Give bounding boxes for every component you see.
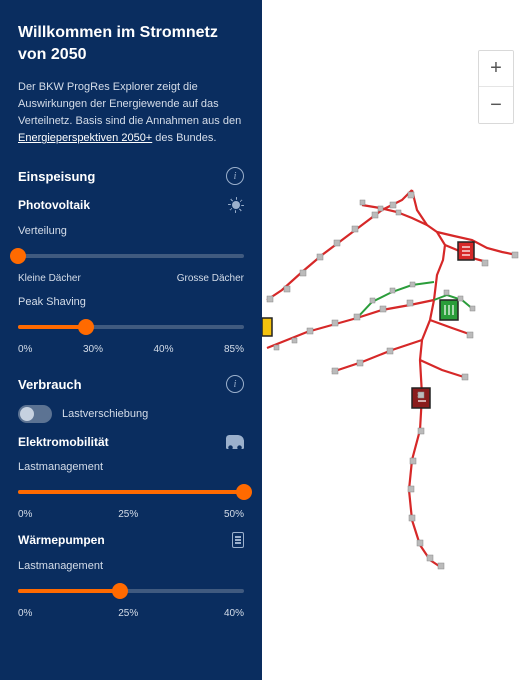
heatpump-heading: Wärmepumpen bbox=[18, 533, 105, 547]
tick: 40% bbox=[224, 608, 244, 619]
emobility-ticks: 0% 25% 50% bbox=[18, 509, 244, 520]
tick: 0% bbox=[18, 608, 32, 619]
loadshift-toggle[interactable] bbox=[18, 405, 52, 423]
zoom-in-button[interactable]: + bbox=[479, 51, 513, 87]
info-icon[interactable]: i bbox=[226, 167, 244, 185]
loadshift-label: Lastverschiebung bbox=[62, 408, 148, 420]
tick: 25% bbox=[118, 509, 138, 520]
tick: 0% bbox=[18, 344, 32, 355]
app: + − Willkommen im Stromnetz von 2050 Der… bbox=[0, 0, 528, 680]
nodes bbox=[267, 192, 518, 569]
peakshaving-ticks: 0% 30% 40% 85% bbox=[18, 344, 244, 355]
consumption-heading: Verbrauch bbox=[18, 377, 82, 392]
tick-right: Grosse Dächer bbox=[177, 273, 244, 284]
tick-left: Kleine Dächer bbox=[18, 273, 81, 284]
emobility-heading: Elektromobilität bbox=[18, 435, 109, 449]
tick: 25% bbox=[118, 608, 138, 619]
pv-heading: Photovoltaik bbox=[18, 198, 90, 212]
peakshaving-slider[interactable] bbox=[18, 318, 244, 336]
sidebar: Willkommen im Stromnetz von 2050 Der BKW… bbox=[0, 0, 262, 680]
heatpump-slider[interactable] bbox=[18, 582, 244, 600]
peakshaving-label: Peak Shaving bbox=[18, 296, 244, 308]
heatpump-sublabel: Lastmanagement bbox=[18, 560, 244, 572]
distribution-slider[interactable] bbox=[18, 247, 244, 265]
distribution-ticks: Kleine Dächer Grosse Dächer bbox=[18, 273, 244, 284]
emobility-sublabel: Lastmanagement bbox=[18, 461, 244, 473]
marker-yellow bbox=[262, 318, 272, 336]
sun-icon bbox=[228, 197, 244, 213]
emobility-slider[interactable] bbox=[18, 483, 244, 501]
intro-text: Der BKW ProgRes Explorer zeigt die Auswi… bbox=[18, 79, 244, 147]
zoom-out-button[interactable]: − bbox=[479, 87, 513, 123]
page-title: Willkommen im Stromnetz von 2050 bbox=[18, 22, 244, 65]
tick: 0% bbox=[18, 509, 32, 520]
info-icon[interactable]: i bbox=[226, 375, 244, 393]
car-icon bbox=[226, 435, 244, 449]
heatpump-icon bbox=[232, 532, 244, 548]
tick: 85% bbox=[224, 344, 244, 355]
heatpump-ticks: 0% 25% 40% bbox=[18, 608, 244, 619]
intro-link[interactable]: Energieperspektiven 2050+ bbox=[18, 132, 152, 144]
zoom-controls: + − bbox=[478, 50, 514, 124]
distribution-label: Verteilung bbox=[18, 225, 244, 237]
edges-overload bbox=[267, 190, 517, 568]
intro-part1: Der BKW ProgRes Explorer zeigt die Auswi… bbox=[18, 81, 241, 127]
tick: 50% bbox=[224, 509, 244, 520]
feedin-heading: Einspeisung bbox=[18, 169, 95, 184]
tick: 30% bbox=[83, 344, 103, 355]
intro-part2: des Bundes. bbox=[152, 132, 216, 144]
tick: 40% bbox=[153, 344, 173, 355]
